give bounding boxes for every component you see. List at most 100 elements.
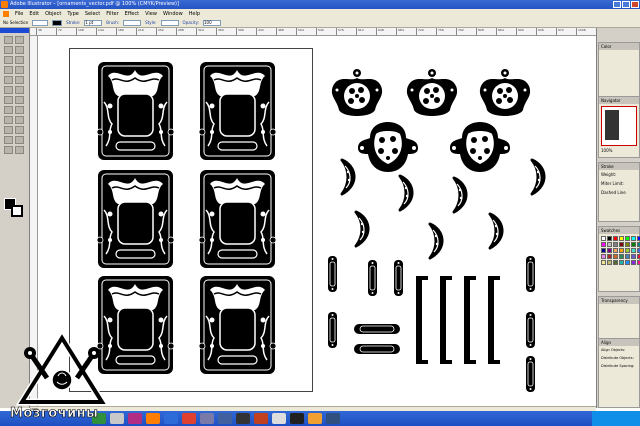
navigator-panel-title[interactable]: Navigator — [599, 97, 639, 104]
maximize-icon[interactable] — [622, 1, 630, 8]
card-ornament[interactable] — [198, 169, 277, 269]
swatch-chip[interactable] — [631, 248, 636, 253]
menu-edit[interactable]: Edit — [29, 11, 39, 17]
swatch-chip[interactable] — [613, 242, 618, 247]
dashed-line-checkbox[interactable]: Dashed Line — [599, 188, 639, 197]
plate-ornament[interactable] — [354, 324, 400, 334]
magic-wand-tool-icon[interactable] — [4, 46, 13, 54]
type-tool-icon[interactable] — [15, 56, 24, 64]
pen-tool-icon[interactable] — [4, 56, 13, 64]
taskbar-app-icon[interactable] — [236, 413, 250, 424]
menu-filter[interactable]: Filter — [106, 11, 118, 17]
tab-ornament[interactable] — [525, 311, 536, 349]
rectangle-tool-icon[interactable] — [15, 66, 24, 74]
taskbar-photoshop-icon[interactable] — [164, 413, 178, 424]
brush-dropdown[interactable] — [123, 19, 142, 26]
eyedropper-tool-icon[interactable] — [4, 126, 13, 134]
swatch-chip[interactable] — [631, 236, 636, 241]
swatch-chip[interactable] — [613, 248, 618, 253]
swatch-chip[interactable] — [631, 260, 636, 265]
menu-object[interactable]: Object — [45, 11, 61, 17]
stroke-color-box[interactable] — [11, 205, 23, 217]
swatch-chip[interactable] — [601, 236, 606, 241]
swatch-chip[interactable] — [631, 254, 636, 259]
selection-tool-icon[interactable] — [4, 36, 13, 44]
swatch-chip[interactable] — [601, 242, 606, 247]
swatch-chip[interactable] — [619, 248, 624, 253]
menu-help[interactable]: Help — [189, 11, 200, 17]
taskbar-app-icon[interactable] — [254, 413, 268, 424]
taskbar-app-icon[interactable] — [326, 413, 340, 424]
taskbar-app-icon[interactable] — [218, 413, 232, 424]
gradient-tool-icon[interactable] — [15, 116, 24, 124]
stroke-color-swatch[interactable] — [52, 19, 63, 26]
navigator-preview[interactable] — [601, 106, 637, 146]
swatch-chip[interactable] — [625, 248, 630, 253]
swatch-chip[interactable] — [625, 242, 630, 247]
scissors-tool-icon[interactable] — [15, 136, 24, 144]
taskbar-app-icon[interactable] — [290, 413, 304, 424]
swatch-chip[interactable] — [601, 248, 606, 253]
menu-file[interactable]: File — [15, 11, 23, 17]
hinge-ornament[interactable] — [479, 69, 531, 116]
menu-effect[interactable]: Effect — [125, 11, 139, 17]
tab-ornament[interactable] — [525, 255, 536, 293]
taskbar-app-icon[interactable] — [128, 413, 142, 424]
swatch-chip[interactable] — [619, 242, 624, 247]
taskbar-illustrator-icon[interactable] — [146, 413, 160, 424]
mesh-tool-icon[interactable] — [4, 116, 13, 124]
swatch-chip[interactable] — [619, 236, 624, 241]
swatch-chip[interactable] — [607, 254, 612, 259]
card-ornament[interactable] — [96, 61, 175, 161]
tab-ornament[interactable] — [367, 259, 378, 297]
bracket-ornament[interactable] — [416, 276, 428, 364]
swatch-chip[interactable] — [613, 254, 618, 259]
rotate-tool-icon[interactable] — [4, 86, 13, 94]
direct-selection-tool-icon[interactable] — [15, 36, 24, 44]
leaf-ornament[interactable] — [452, 176, 468, 214]
swatch-chip[interactable] — [601, 260, 606, 265]
blend-tool-icon[interactable] — [15, 126, 24, 134]
navigator-zoom[interactable]: 100% — [599, 148, 639, 153]
zoom-tool-icon[interactable] — [15, 146, 24, 154]
swatch-chip[interactable] — [625, 236, 630, 241]
graph-tool-icon[interactable] — [15, 106, 24, 114]
paintbrush-tool-icon[interactable] — [4, 76, 13, 84]
style-dropdown[interactable] — [160, 19, 179, 26]
card-ornament[interactable] — [198, 61, 277, 161]
taskbar-app-icon[interactable] — [272, 413, 286, 424]
swatch-chip[interactable] — [607, 236, 612, 241]
scale-tool-icon[interactable] — [15, 86, 24, 94]
card-ornament[interactable] — [198, 275, 277, 375]
hinge-ornament[interactable] — [450, 122, 510, 172]
system-tray[interactable] — [592, 411, 640, 426]
hinge-ornament[interactable] — [406, 69, 458, 116]
leaf-ornament[interactable] — [530, 158, 546, 196]
lasso-tool-icon[interactable] — [15, 46, 24, 54]
fill-dropdown[interactable] — [32, 19, 49, 26]
symbol-sprayer-tool-icon[interactable] — [4, 106, 13, 114]
swatches-panel-title[interactable]: Swatches — [599, 227, 639, 234]
swatch-chip[interactable] — [613, 236, 618, 241]
taskbar-app-icon[interactable] — [308, 413, 322, 424]
swatch-chip[interactable] — [631, 242, 636, 247]
menu-window[interactable]: Window — [163, 11, 183, 17]
card-ornament[interactable] — [96, 169, 175, 269]
swatch-chip[interactable] — [607, 248, 612, 253]
warp-tool-icon[interactable] — [4, 96, 13, 104]
stroke-panel-title[interactable]: Stroke — [599, 163, 639, 170]
swatch-chip[interactable] — [619, 260, 624, 265]
stroke-weight-field[interactable]: 1 pt — [84, 19, 103, 26]
bracket-ornament[interactable] — [488, 276, 500, 364]
line-tool-icon[interactable] — [4, 66, 13, 74]
swatch-chip[interactable] — [601, 254, 606, 259]
tab-ornament[interactable] — [327, 255, 338, 293]
swatch-chip[interactable] — [607, 242, 612, 247]
free-transform-tool-icon[interactable] — [15, 96, 24, 104]
taskbar-app-icon[interactable] — [182, 413, 196, 424]
hinge-ornament[interactable] — [331, 69, 383, 116]
align-panel-title[interactable]: Align — [599, 339, 639, 346]
pencil-tool-icon[interactable] — [15, 76, 24, 84]
close-icon[interactable] — [631, 1, 639, 8]
plate-ornament[interactable] — [354, 344, 400, 354]
